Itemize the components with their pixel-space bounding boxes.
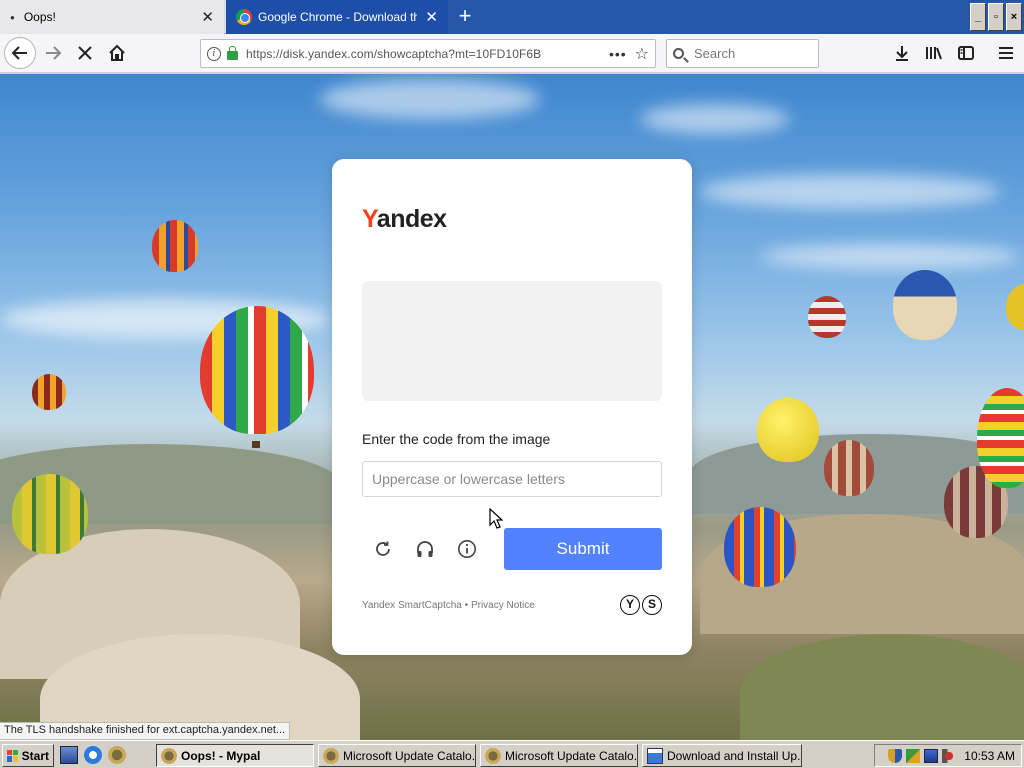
taskbar-item-oops-mypal[interactable]: Oops! - Mypal — [156, 744, 314, 767]
navigation-toolbar: i https://disk.yandex.com/showcaptcha?mt… — [0, 34, 1024, 73]
code-label: Enter the code from the image — [362, 431, 551, 447]
smartcaptcha-link[interactable]: Yandex SmartCaptcha — [362, 600, 462, 611]
search-placeholder: Search — [694, 46, 736, 61]
internet-explorer-icon[interactable] — [84, 746, 102, 764]
sidebar-icon — [958, 46, 974, 60]
url-text[interactable]: https://disk.yandex.com/showcaptcha?mt=1… — [246, 47, 601, 61]
mouse-cursor-icon — [489, 508, 503, 529]
windows-update-icon[interactable] — [906, 748, 921, 763]
refresh-icon — [376, 541, 390, 556]
tab-title: Oops! — [23, 10, 56, 24]
show-desktop-icon[interactable] — [60, 746, 78, 764]
taskbar-item-download-and-install[interactable]: Download and Install Up... — [642, 744, 802, 767]
tab-title: Google Chrome - Download the Fa — [258, 10, 418, 24]
hot-air-balloon-icon — [724, 507, 796, 587]
tab-close-icon[interactable]: ✕ — [201, 8, 214, 26]
window-controls: _ ▫ × — [970, 0, 1024, 34]
mypal-browser-icon — [161, 747, 177, 764]
windows-taskbar: Start Oops! - Mypal Microsoft Update Cat… — [0, 740, 1024, 768]
smartcaptcha-logo-y-icon: Y — [620, 595, 640, 615]
tab-oops[interactable]: ● Oops! ✕ — [0, 0, 224, 34]
menu-icon — [999, 47, 1013, 59]
library-button[interactable] — [920, 39, 948, 67]
captcha-footer: Yandex SmartCaptcha • Privacy Notice — [362, 600, 535, 611]
browser-window-icon — [647, 747, 663, 764]
system-tray: 10:53 AM — [874, 744, 1022, 767]
secure-lock-icon — [227, 46, 238, 60]
volume-muted-icon[interactable] — [942, 748, 957, 763]
search-box[interactable]: Search — [666, 39, 819, 68]
hot-air-balloon-icon — [824, 440, 874, 496]
download-icon — [896, 46, 908, 61]
forward-button[interactable] — [38, 38, 68, 68]
tab-close-icon[interactable]: ✕ — [425, 8, 438, 26]
tab-strip-background — [448, 0, 970, 34]
captcha-info-button[interactable] — [454, 536, 480, 562]
stop-button[interactable] — [70, 38, 100, 68]
home-icon — [109, 44, 125, 61]
library-icon — [926, 47, 942, 60]
hot-air-balloon-icon — [757, 398, 819, 462]
status-bar-text: The TLS handshake finished for ext.captc… — [0, 722, 291, 740]
address-bar[interactable]: i https://disk.yandex.com/showcaptcha?mt… — [200, 39, 656, 68]
submit-button[interactable]: Submit — [504, 528, 662, 570]
taskbar-item-microsoft-update-catalog[interactable]: Microsoft Update Catalo... — [318, 744, 476, 767]
web-page-viewport: Yandex Enter the code from the image Sub… — [0, 74, 1024, 740]
tab-loading-dot-icon: ● — [10, 12, 15, 22]
yandex-logo: Yandex — [362, 205, 447, 233]
home-button[interactable] — [102, 38, 132, 68]
new-tab-button[interactable]: + — [452, 4, 478, 30]
hot-air-balloon-icon — [12, 474, 88, 554]
captcha-code-input[interactable] — [362, 461, 662, 497]
smartcaptcha-logo: Y S — [620, 595, 662, 615]
tab-strip: ● Oops! ✕ Google Chrome - Download the F… — [0, 0, 1024, 34]
search-icon — [673, 48, 684, 59]
page-actions-icon[interactable]: ••• — [609, 46, 627, 62]
mypal-browser-icon — [485, 747, 501, 764]
footer-separator: • — [461, 600, 471, 611]
mypal-browser-icon — [323, 747, 339, 764]
start-button[interactable]: Start — [2, 744, 54, 767]
hot-air-balloon-icon — [893, 270, 957, 340]
quick-launch — [60, 746, 126, 764]
hot-air-balloon-icon — [32, 374, 66, 410]
sidebar-button[interactable] — [952, 39, 980, 67]
hot-air-balloon-icon — [1006, 284, 1024, 330]
audio-captcha-button[interactable] — [412, 536, 438, 562]
stop-icon — [78, 46, 92, 60]
hot-air-balloon-icon — [977, 388, 1024, 488]
chrome-logo-icon — [236, 9, 252, 25]
forward-arrow-icon — [46, 46, 62, 60]
bookmark-star-icon[interactable]: ☆ — [635, 44, 649, 64]
back-button[interactable] — [4, 37, 36, 69]
mypal-browser-icon[interactable] — [108, 746, 126, 764]
refresh-captcha-button[interactable] — [370, 536, 396, 562]
windows-logo-icon — [7, 749, 18, 762]
hot-air-balloon-icon — [808, 296, 846, 338]
minimize-button[interactable]: _ — [970, 3, 986, 31]
menu-button[interactable] — [992, 39, 1020, 67]
smartcaptcha-logo-s-icon: S — [642, 595, 662, 615]
restore-button[interactable]: ▫ — [988, 3, 1004, 31]
site-info-icon[interactable]: i — [207, 46, 221, 61]
hot-air-balloon-icon — [200, 306, 314, 434]
downloads-button[interactable] — [888, 39, 916, 67]
audio-headphones-icon — [417, 541, 433, 557]
security-shield-icon[interactable] — [888, 748, 903, 763]
captcha-card: Yandex Enter the code from the image Sub… — [332, 159, 692, 655]
info-icon — [458, 540, 476, 558]
network-icon[interactable] — [924, 748, 939, 763]
close-window-button[interactable]: × — [1006, 3, 1022, 31]
hot-air-balloon-icon — [152, 220, 198, 272]
tab-google-chrome-download[interactable]: Google Chrome - Download the Fa ✕ — [226, 0, 448, 34]
captcha-image — [362, 281, 662, 401]
start-label: Start — [21, 748, 49, 763]
back-arrow-icon — [11, 46, 27, 60]
privacy-notice-link[interactable]: Privacy Notice — [471, 600, 535, 611]
taskbar-item-microsoft-update-catalog[interactable]: Microsoft Update Catalo... — [480, 744, 638, 767]
clock[interactable]: 10:53 AM — [964, 749, 1015, 763]
